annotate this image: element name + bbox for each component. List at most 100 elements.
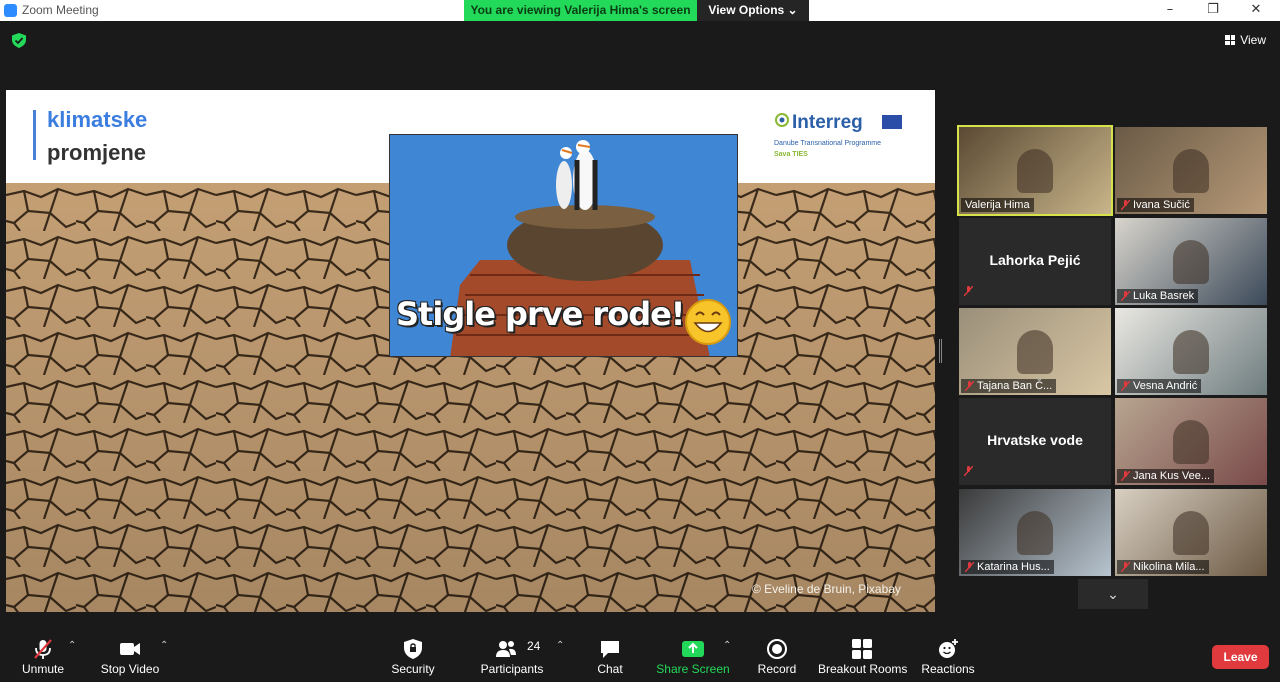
meeting-toolbar: Unmute ⌃ Stop Video ⌃ Security Participa… [0, 628, 1280, 682]
participant-silhouette [1173, 330, 1209, 374]
shield-check-icon[interactable] [12, 33, 26, 48]
participant-tile[interactable]: Jana Kus Vee... [1115, 398, 1267, 485]
security-button[interactable]: Security [383, 628, 443, 682]
participant-silhouette [1017, 330, 1053, 374]
participant-name-tag: Valerija Hima [961, 198, 1034, 212]
share-options-caret[interactable]: ⌃ [723, 640, 731, 651]
view-label: View [1240, 33, 1266, 47]
participants-options-caret[interactable]: ⌃ [556, 640, 564, 651]
shared-screen-slide: klimatske promjene Interreg Danube Trans… [6, 90, 935, 612]
share-screen-button[interactable]: Share Screen [655, 628, 731, 682]
participant-silhouette [1173, 511, 1209, 555]
mic-muted-icon [1121, 200, 1130, 210]
participant-name-tag: Tajana Ban Č... [961, 379, 1057, 393]
participant-silhouette [1017, 149, 1053, 193]
breakout-rooms-label: Breakout Rooms [818, 662, 908, 676]
unmute-label: Unmute [21, 662, 65, 676]
restore-button[interactable]: ❐ [1203, 1, 1223, 19]
participants-count-badge: 24 [527, 639, 541, 653]
chat-button[interactable]: Chat [585, 628, 635, 682]
participants-label: Participants [480, 662, 544, 676]
audio-options-caret[interactable]: ⌃ [68, 640, 76, 651]
view-layout-button[interactable]: View [1225, 33, 1266, 47]
participants-icon [496, 641, 516, 657]
participant-name-tag: Luka Basrek [1117, 289, 1199, 303]
participant-name: Katarina Hus... [977, 561, 1050, 573]
storks-inset-image: Stigle prve rode! [389, 134, 738, 357]
mic-muted-icon [34, 639, 52, 659]
close-button[interactable]: ✕ [1246, 1, 1266, 19]
participant-tile[interactable]: Nikolina Mila... [1115, 489, 1267, 576]
mic-muted-icon [964, 286, 973, 296]
participant-name: Jana Kus Vee... [1133, 470, 1211, 482]
share-screen-icon [682, 641, 704, 657]
chat-label: Chat [597, 662, 623, 676]
zoom-app-icon [4, 4, 17, 17]
participant-name-tag: Jana Kus Vee... [1117, 469, 1215, 483]
participant-name: Vesna Andrić [1133, 380, 1198, 392]
interreg-logo: Interreg Danube Transnational Programme … [774, 112, 904, 162]
inset-caption: Stigle prve rode! [396, 295, 685, 333]
photo-credit: © Eveline de Bruin, Pixabay [752, 582, 901, 596]
mic-muted-icon [965, 562, 974, 572]
record-button[interactable]: Record [752, 628, 802, 682]
slide-title-line1: klimatske [47, 107, 148, 132]
participant-tile[interactable]: Valerija Hima [957, 125, 1113, 216]
mute-indicator [964, 283, 973, 301]
participant-name-tag: Katarina Hus... [961, 560, 1054, 574]
chevron-down-icon: ⌄ [1107, 586, 1119, 602]
participant-tile[interactable]: Katarina Hus... [959, 489, 1111, 576]
participants-button[interactable]: Participants [478, 628, 546, 682]
participant-name: Ivana Sučić [1133, 199, 1190, 211]
participant-tile[interactable]: Vesna Andrić [1115, 308, 1267, 395]
logo-project: Sava TIES [774, 151, 808, 158]
mic-muted-icon [965, 381, 974, 391]
participant-name-tag: Vesna Andrić [1117, 379, 1202, 393]
participant-name: Hrvatske vode [987, 432, 1083, 448]
viewing-screen-label: You are viewing Valerija Hima's screen [464, 0, 697, 21]
record-icon [767, 639, 787, 659]
stop-video-button[interactable]: Stop Video [95, 628, 165, 682]
participant-silhouette [1017, 511, 1053, 555]
breakout-rooms-button[interactable]: Breakout Rooms [818, 628, 908, 682]
mic-muted-icon [1121, 471, 1130, 481]
mic-muted-icon [1121, 562, 1130, 572]
logo-subtitle: Danube Transnational Programme [774, 140, 882, 147]
gallery-next-page-button[interactable]: ⌄ [1078, 579, 1148, 609]
participant-name: Tajana Ban Č... [977, 380, 1053, 392]
participant-silhouette [1173, 149, 1209, 193]
view-options-button[interactable]: View Options ⌄ [697, 0, 809, 21]
reactions-button[interactable]: Reactions [920, 628, 976, 682]
participant-tile[interactable]: Ivana Sučić [1115, 127, 1267, 214]
video-options-caret[interactable]: ⌃ [160, 640, 168, 651]
title-accent-bar [33, 110, 36, 160]
participant-silhouette [1173, 240, 1209, 284]
participant-tile[interactable]: Hrvatske vode [959, 398, 1111, 485]
minimize-button[interactable]: – [1160, 1, 1180, 19]
smiley-plus-icon [939, 639, 958, 658]
eu-flag-icon [882, 115, 902, 129]
mute-indicator [964, 463, 973, 481]
participant-tile[interactable]: Lahorka Pejić [959, 218, 1111, 305]
mic-muted-icon [1121, 381, 1130, 391]
panel-resize-handle[interactable] [939, 339, 942, 363]
slide-title-line2: promjene [47, 140, 147, 165]
mic-muted-icon [1121, 291, 1130, 301]
share-screen-label: Share Screen [656, 662, 730, 676]
unmute-button[interactable]: Unmute [14, 628, 72, 682]
logo-name: Interreg [792, 112, 863, 133]
breakout-rooms-icon [852, 639, 872, 659]
participant-name-tag: Nikolina Mila... [1117, 560, 1209, 574]
interreg-swirl-icon [775, 113, 789, 127]
participant-name: Luka Basrek [1133, 290, 1195, 302]
mic-muted-icon [964, 466, 973, 476]
participant-tile[interactable]: Tajana Ban Č... [959, 308, 1111, 395]
participant-silhouette [1173, 420, 1209, 464]
participant-tile[interactable]: Luka Basrek [1115, 218, 1267, 305]
participant-name: Lahorka Pejić [989, 252, 1081, 268]
video-camera-icon [120, 643, 140, 655]
security-shield-icon [404, 639, 422, 659]
grid-view-icon [1225, 35, 1236, 45]
leave-button[interactable]: Leave [1212, 645, 1269, 669]
participant-name-tag: Ivana Sučić [1117, 198, 1194, 212]
